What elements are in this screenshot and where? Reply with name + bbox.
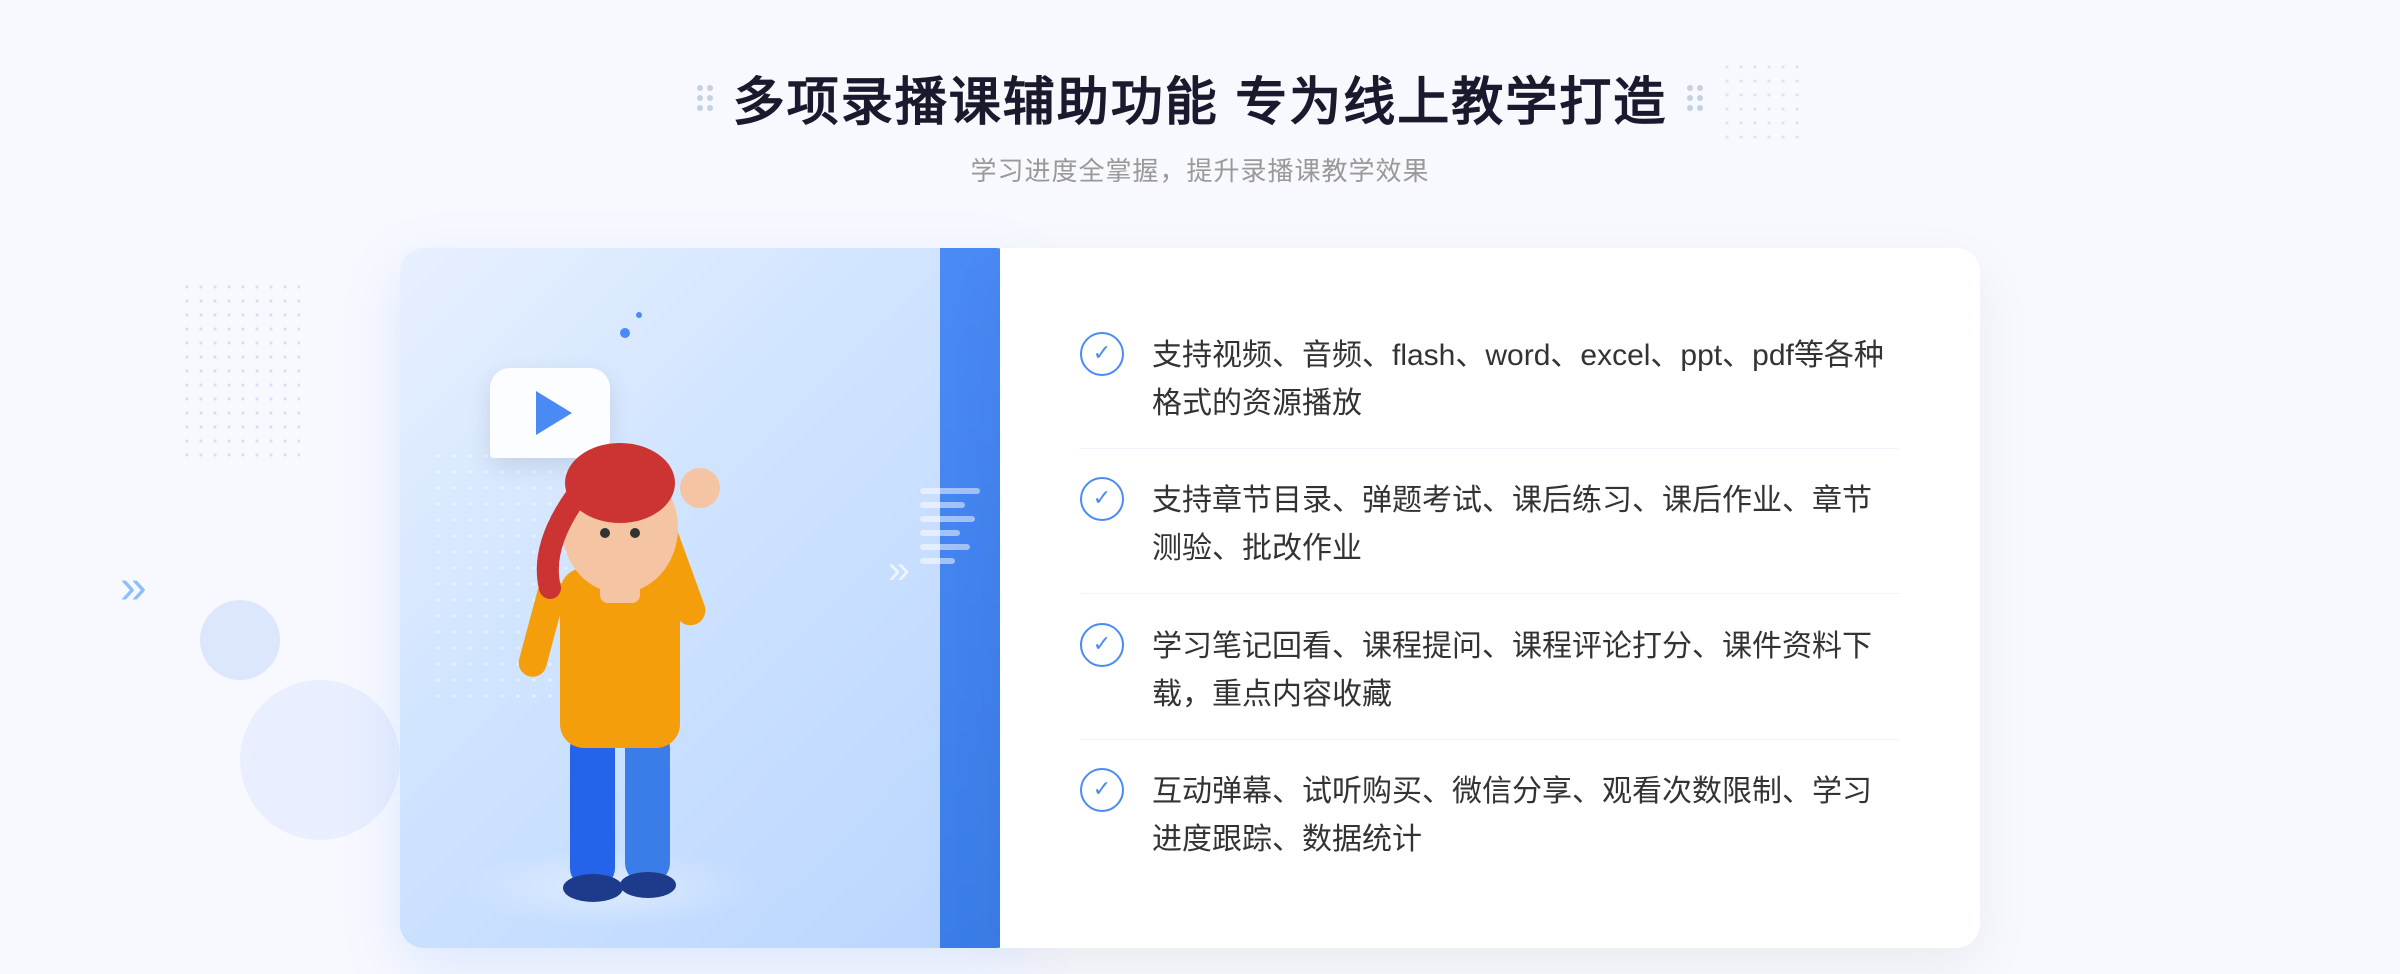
check-mark-4: ✓: [1093, 778, 1111, 800]
feature-item-4: ✓ 互动弹幕、试听购买、微信分享、观看次数限制、学习进度跟踪、数据统计: [1080, 748, 1900, 884]
strip-5: [920, 544, 970, 550]
check-icon-3: ✓: [1080, 623, 1124, 667]
feature-item-2: ✓ 支持章节目录、弹题考试、课后练习、课后作业、章节测验、批改作业: [1080, 457, 1900, 594]
feature-text-2: 支持章节目录、弹题考试、课后练习、课后作业、章节测验、批改作业: [1152, 477, 1900, 573]
feature-item-3: ✓ 学习笔记回看、课程提问、课程评论打分、课件资料下载，重点内容收藏: [1080, 603, 1900, 740]
dots-decoration-left: [180, 280, 300, 460]
decorative-dots-right-icon: [1687, 85, 1703, 111]
strip-1: [920, 488, 980, 494]
check-mark-2: ✓: [1093, 487, 1111, 509]
strips-decoration: [920, 488, 980, 564]
strip-2: [920, 502, 965, 508]
check-mark-1: ✓: [1093, 342, 1111, 364]
chevron-left-decoration: »: [120, 560, 139, 615]
chevrons-right-decoration: »: [888, 548, 900, 593]
main-content: »: [400, 248, 2000, 948]
person-figure: [460, 368, 780, 948]
person-svg: [460, 368, 780, 948]
check-mark-3: ✓: [1093, 633, 1111, 655]
check-icon-4: ✓: [1080, 768, 1124, 812]
feature-text-4: 互动弹幕、试听购买、微信分享、观看次数限制、学习进度跟踪、数据统计: [1152, 768, 1900, 864]
content-panel: ✓ 支持视频、音频、flash、word、excel、ppt、pdf等各种格式的…: [1000, 248, 1980, 948]
page-container: » 多项录播课辅助功能 专为线上教学打造: [0, 0, 2400, 974]
illustration-card: »: [400, 248, 1020, 948]
strip-3: [920, 516, 975, 522]
check-icon-2: ✓: [1080, 477, 1124, 521]
circle-decoration-large: [240, 680, 400, 840]
check-icon-1: ✓: [1080, 332, 1124, 376]
strip-4: [920, 530, 960, 536]
dots-decoration-right: [1720, 60, 1800, 140]
circle-decoration-small: [200, 600, 280, 680]
page-title: 多项录播课辅助功能 专为线上教学打造: [733, 60, 1667, 135]
feature-item-1: ✓ 支持视频、音频、flash、word、excel、ppt、pdf等各种格式的…: [1080, 312, 1900, 449]
page-subtitle: 学习进度全掌握，提升录播课教学效果: [697, 151, 1703, 188]
header-section: 多项录播课辅助功能 专为线上教学打造 学习进度全掌握，提升录播课教学效果: [697, 60, 1703, 188]
feature-text-1: 支持视频、音频、flash、word、excel、ppt、pdf等各种格式的资源…: [1152, 332, 1900, 428]
feature-text-3: 学习笔记回看、课程提问、课程评论打分、课件资料下载，重点内容收藏: [1152, 623, 1900, 719]
strip-6: [920, 558, 955, 564]
title-row: 多项录播课辅助功能 专为线上教学打造: [697, 60, 1703, 135]
decorative-dots-left-icon: [697, 85, 713, 111]
